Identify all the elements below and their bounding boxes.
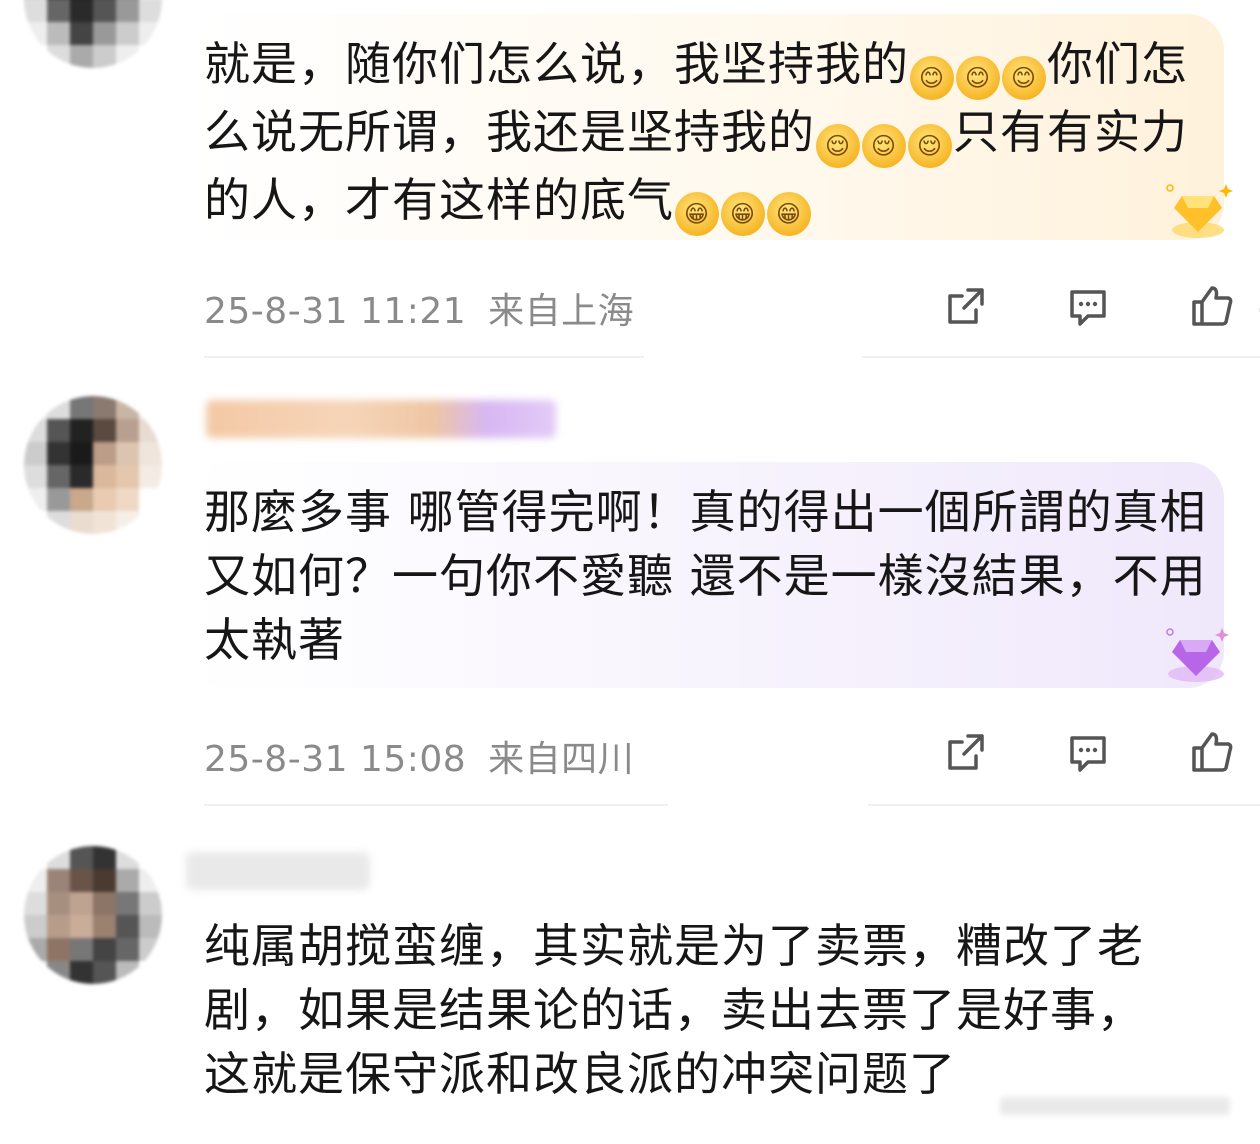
- comment-bubble[interactable]: 纯属胡搅蛮缠，其实就是为了卖票，糟改了老剧，如果是结果论的话，卖出去票了是好事，…: [190, 896, 1224, 1101]
- purple-gem-badge-icon: [1166, 628, 1229, 682]
- comment-bubble[interactable]: 那麼多事 哪管得完啊！真的得出一個所謂的真相又如何？一句你不愛聽 還不是一樣沒結…: [190, 462, 1224, 688]
- content-emoji: 😌: [908, 124, 952, 168]
- comment-meta: 25-8-31 15:08 来自四川: [204, 730, 634, 782]
- grin-emoji: 😁: [721, 192, 765, 236]
- reply-button[interactable]: [1064, 276, 1112, 336]
- thumbs-up-icon: [1192, 286, 1233, 326]
- timestamp: 25-8-31 15:08: [204, 739, 467, 780]
- reply-button[interactable]: [1064, 722, 1112, 782]
- comment-bubble[interactable]: 就是，随你们怎么说，我坚持我的 😊 😊 😊 你们怎么说无所谓，我还是坚持我的 😌 😌 😌 只有有…: [190, 14, 1224, 240]
- location: 来自四川: [488, 739, 635, 780]
- smile-emoji: 😊: [1002, 56, 1046, 100]
- content-emoji: 😌: [816, 124, 860, 168]
- comment-text: 纯属胡搅蛮缠，其实就是为了卖票，糟改了老剧，如果是结果论的话，卖出去票了是好事，…: [204, 919, 1144, 1101]
- avatar[interactable]: [24, 846, 162, 984]
- divider: [204, 804, 668, 806]
- comment-actions: 4: [860, 276, 1260, 336]
- comment-meta: 25-8-31 11:21 来自上海: [204, 282, 634, 334]
- location: 来自上海: [488, 291, 635, 332]
- like-button[interactable]: 1: [1188, 722, 1260, 782]
- gold-gem-badge-icon: [1166, 184, 1233, 238]
- grin-emoji: 😁: [675, 192, 719, 236]
- share-button[interactable]: [942, 722, 990, 782]
- timestamp: 25-8-31 11:21: [204, 291, 467, 332]
- share-icon: [948, 734, 984, 770]
- smile-emoji: 😊: [910, 56, 954, 100]
- comment-text: 就是，随你们怎么说，我坚持我的 😊 😊 😊 你们怎么说无所谓，我还是坚持我的 😌 😌 😌 只有有…: [204, 32, 1224, 236]
- thumbs-up-icon: [1192, 732, 1233, 772]
- username[interactable]: [206, 400, 556, 438]
- share-button[interactable]: [942, 276, 990, 336]
- smile-emoji: 😊: [956, 56, 1000, 100]
- username[interactable]: [186, 852, 370, 890]
- comment-icon: [1070, 736, 1106, 772]
- like-button[interactable]: 4: [1188, 276, 1260, 336]
- scroll-indicator: [1000, 1097, 1230, 1115]
- divider: [204, 356, 644, 358]
- divider: [862, 356, 1260, 358]
- avatar[interactable]: [24, 0, 162, 68]
- share-icon: [948, 288, 984, 324]
- content-emoji: 😌: [862, 124, 906, 168]
- divider: [868, 804, 1260, 806]
- comment-icon: [1070, 290, 1106, 326]
- comment-actions: 1: [860, 722, 1260, 782]
- grin-emoji: 😁: [767, 192, 811, 236]
- comment-text: 那麼多事 哪管得完啊！真的得出一個所謂的真相又如何？一句你不愛聽 還不是一樣沒結…: [204, 485, 1207, 667]
- avatar[interactable]: [24, 396, 162, 534]
